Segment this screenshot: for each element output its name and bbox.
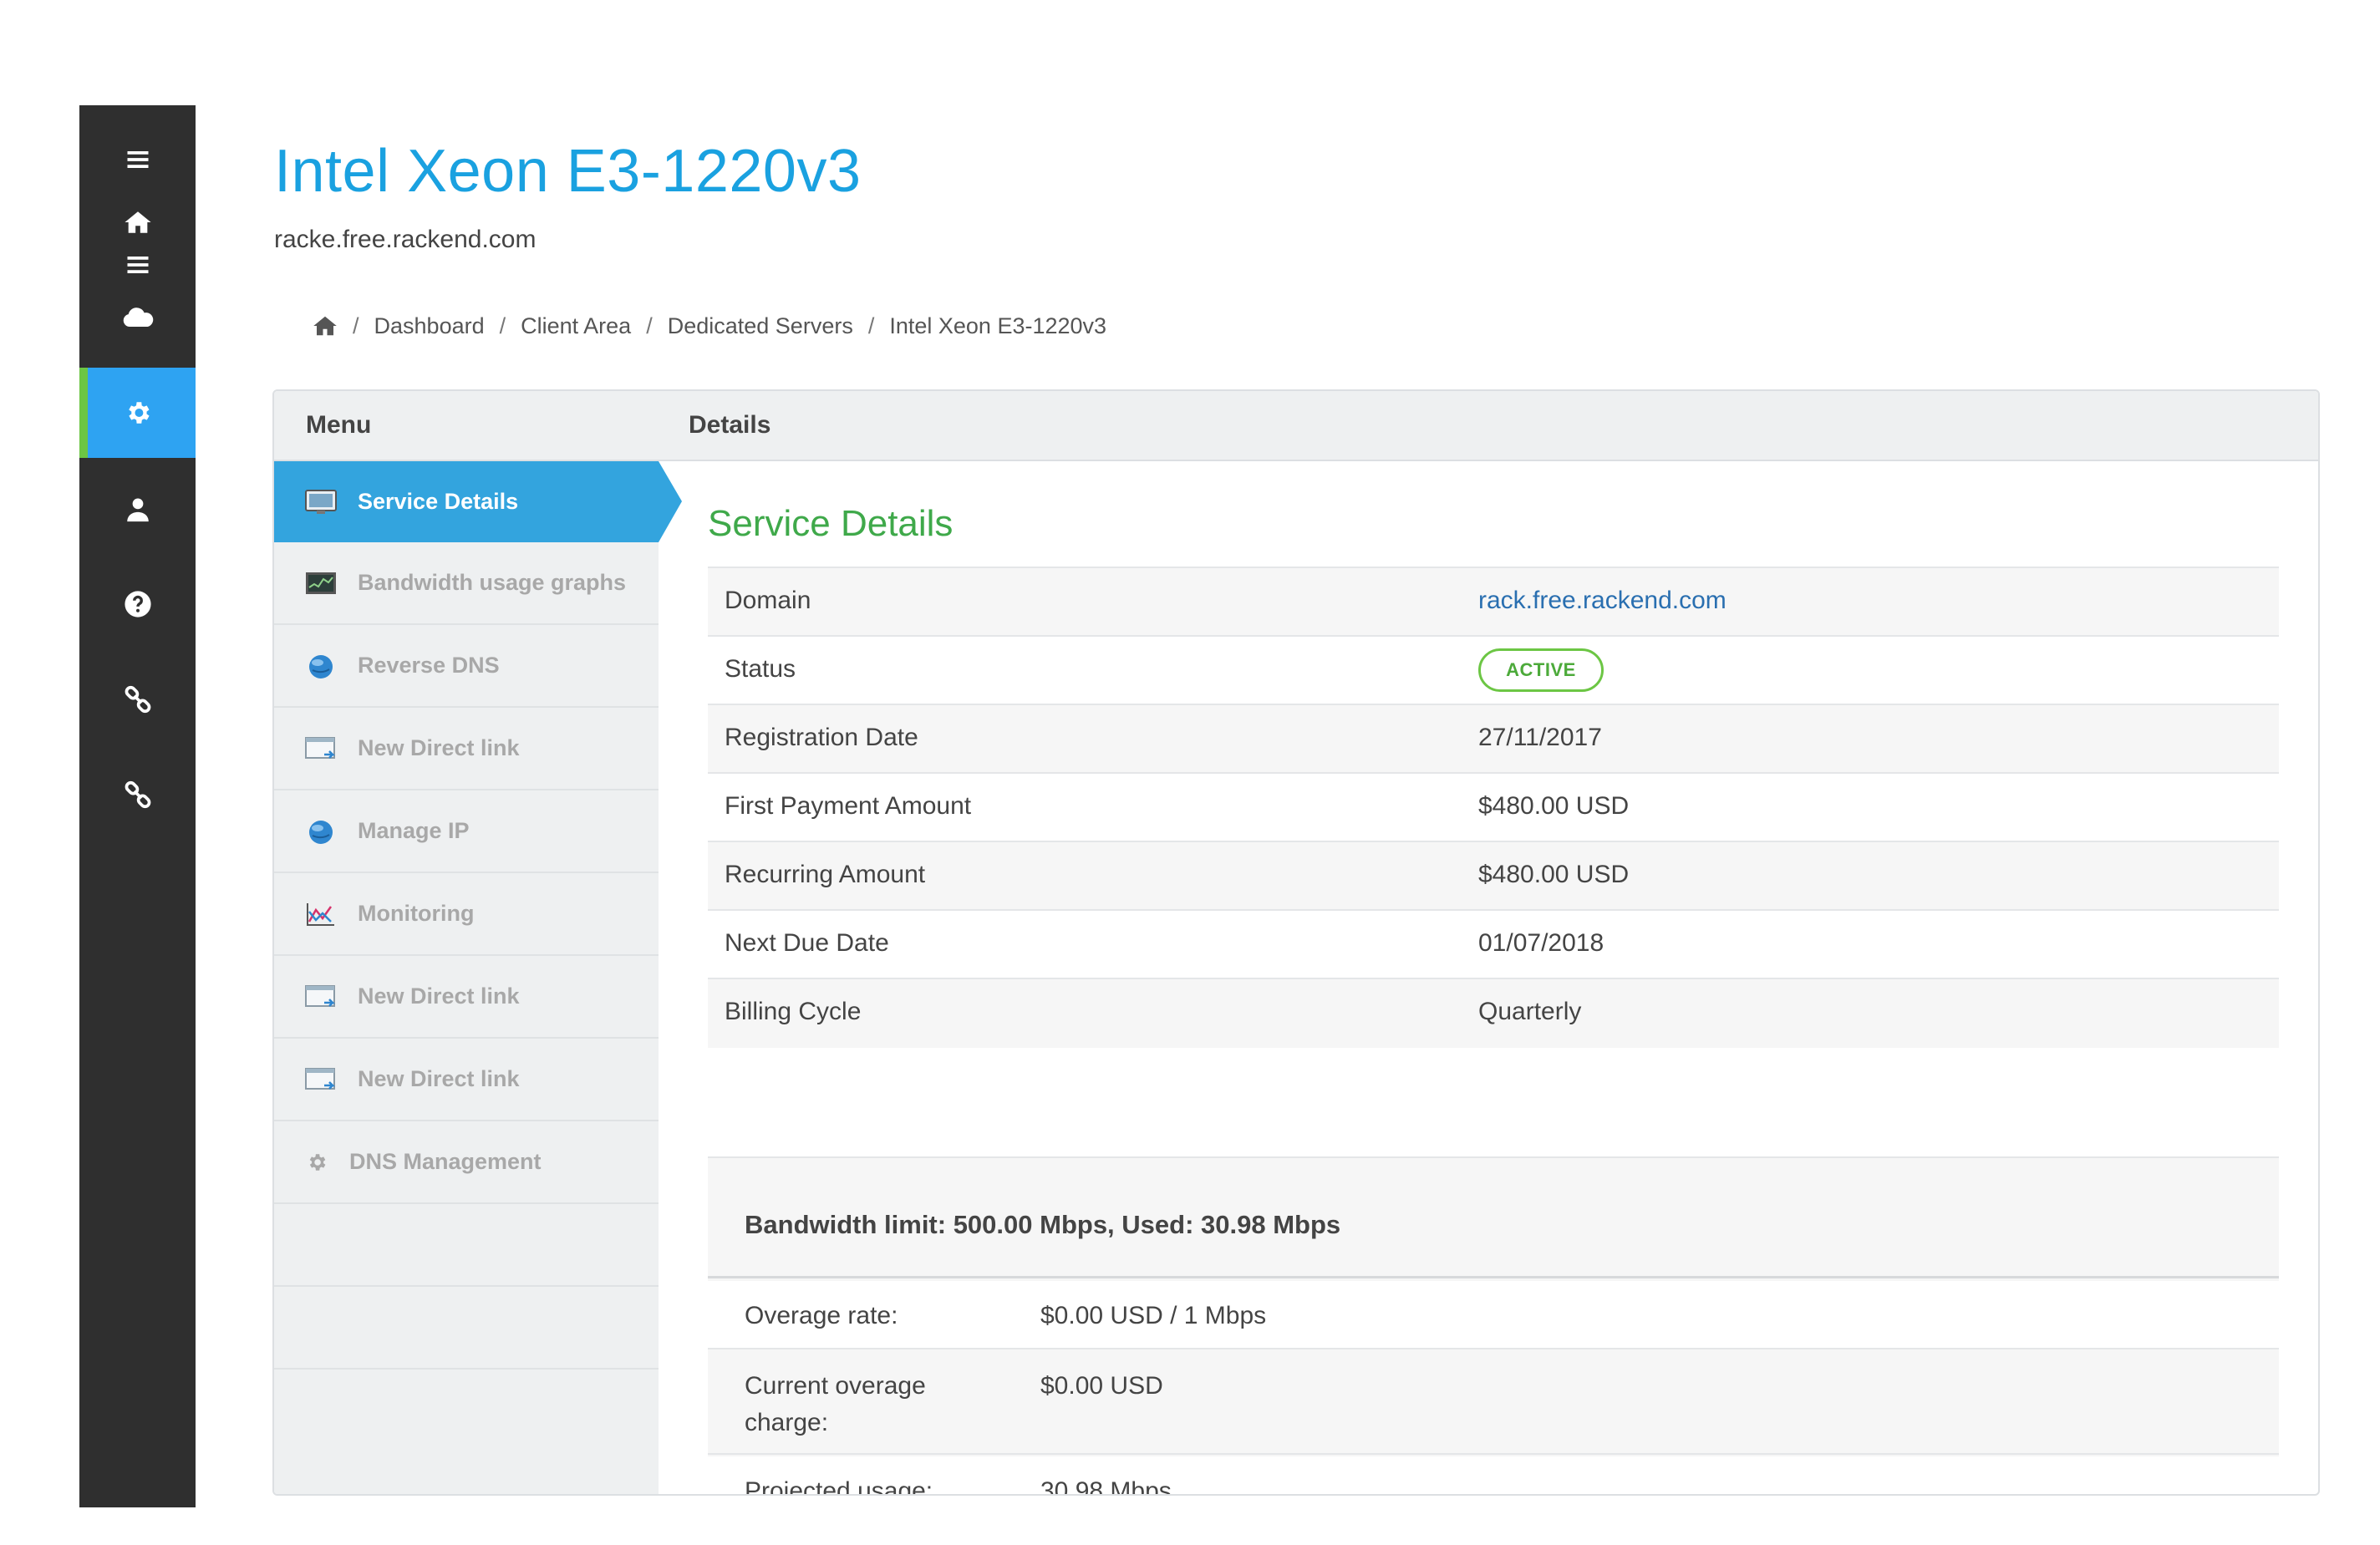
table-row-billing-cycle: Billing Cycle Quarterly — [708, 979, 2279, 1048]
settings-nav-item[interactable] — [79, 368, 196, 458]
section-title: Service Details — [708, 503, 954, 544]
graph-icon — [306, 572, 336, 594]
menu-item-new-direct-link[interactable]: New Direct link — [274, 1039, 659, 1121]
table-row-registration-date: Registration Date 27/11/2017 — [708, 705, 2279, 774]
menu-item-label: Service Details — [358, 489, 519, 514]
globe-icon — [309, 820, 333, 844]
breadcrumb-separator: / — [646, 313, 653, 338]
row-label: Next Due Date — [725, 929, 889, 957]
row-label: Projected usage: — [745, 1477, 933, 1496]
row-label: Status — [725, 655, 796, 683]
table-row-recurring-amount: Recurring Amount $480.00 USD — [708, 842, 2279, 911]
menu-item-reverse-dns[interactable]: Reverse DNS — [274, 625, 659, 708]
link-icon[interactable] — [79, 749, 196, 841]
menu-heading: Menu — [306, 411, 372, 439]
breadcrumb-dashboard[interactable]: Dashboard — [374, 313, 485, 339]
page-title: Intel Xeon E3-1220v3 — [274, 138, 862, 205]
menu-item-label: Bandwidth usage graphs — [358, 570, 627, 595]
menu-divider — [274, 1204, 659, 1287]
bandwidth-header: Bandwidth limit: 500.00 Mbps, Used: 30.9… — [708, 1158, 2279, 1278]
row-label: Recurring Amount — [725, 861, 926, 888]
user-icon[interactable] — [79, 464, 196, 556]
row-value: Quarterly — [1478, 998, 1582, 1025]
globe-icon — [309, 654, 333, 678]
link-icon[interactable] — [79, 653, 196, 745]
breadcrumb-separator: / — [867, 313, 875, 338]
menu-divider — [274, 1287, 659, 1370]
page-subtitle: racke.free.rackend.com — [274, 226, 537, 253]
menu-item-new-direct-link[interactable]: New Direct link — [274, 956, 659, 1039]
row-value: $0.00 USD — [1040, 1372, 1163, 1400]
menu-item-label: New Direct link — [358, 1066, 520, 1091]
row-label: Current overage charge: — [745, 1372, 926, 1436]
window-link-icon — [305, 736, 336, 759]
row-value: 27/11/2017 — [1478, 724, 1602, 751]
window-link-icon — [305, 984, 336, 1007]
menu-item-bandwidth-graphs[interactable]: Bandwidth usage graphs — [274, 542, 659, 625]
bandwidth-row-overage-rate: Overage rate: $0.00 USD / 1 Mbps — [708, 1281, 2279, 1349]
domain-link[interactable]: rack.free.rackend.com — [1478, 587, 1727, 615]
row-label: Overage rate: — [745, 1302, 898, 1329]
table-row-next-due-date: Next Due Date 01/07/2018 — [708, 911, 2279, 979]
window-link-icon — [305, 1067, 336, 1090]
service-menu: Service Details Bandwidth usage graphs R… — [274, 461, 682, 1494]
breadcrumb-dedicated-servers[interactable]: Dedicated Servers — [668, 313, 853, 339]
menu-item-label: New Direct link — [358, 735, 520, 760]
row-label: First Payment Amount — [725, 792, 972, 820]
bandwidth-row-projected-usage: Projected usage: 30.98 Mbps — [708, 1456, 2279, 1496]
service-panel: Menu Details Service Details Bandwidth u… — [272, 389, 2320, 1496]
home-icon[interactable] — [79, 180, 196, 264]
row-value: $480.00 USD — [1478, 861, 1630, 888]
menu-item-label: Manage IP — [358, 818, 470, 843]
table-row-first-payment: First Payment Amount $480.00 USD — [708, 774, 2279, 842]
details-heading: Details — [689, 411, 771, 439]
panel-header: Menu Details — [274, 391, 2318, 461]
breadcrumb-client-area[interactable]: Client Area — [521, 313, 631, 339]
row-value: $480.00 USD — [1478, 792, 1630, 820]
menu-item-manage-ip[interactable]: Manage IP — [274, 790, 659, 873]
breadcrumb-current: Intel Xeon E3-1220v3 — [889, 313, 1107, 338]
menu-item-label: New Direct link — [358, 983, 520, 1009]
breadcrumb-separator: / — [499, 313, 506, 338]
bandwidth-box: Bandwidth limit: 500.00 Mbps, Used: 30.9… — [708, 1156, 2279, 1496]
row-label: Registration Date — [725, 724, 918, 751]
chart-icon — [307, 902, 334, 926]
breadcrumb: / Dashboard / Client Area / Dedicated Se… — [313, 309, 1106, 343]
menu-item-monitoring[interactable]: Monitoring — [274, 873, 659, 956]
cloud-icon[interactable] — [79, 272, 196, 364]
home-icon[interactable] — [313, 313, 338, 338]
bandwidth-row-current-overage: Current overage charge: $0.00 USD — [708, 1351, 2279, 1455]
row-label: Billing Cycle — [725, 998, 862, 1025]
help-icon[interactable] — [79, 558, 196, 650]
menu-item-label: Monitoring — [358, 901, 475, 926]
breadcrumb-separator: / — [353, 313, 359, 338]
gear-icon — [124, 399, 152, 427]
row-value: 01/07/2018 — [1478, 929, 1604, 957]
monitor-icon — [305, 489, 337, 514]
menu-item-new-direct-link[interactable]: New Direct link — [274, 708, 659, 790]
menu-item-dns-management[interactable]: DNS Management — [274, 1121, 659, 1204]
row-value: $0.00 USD / 1 Mbps — [1040, 1302, 1267, 1329]
table-row-status: Status ACTIVE — [708, 637, 2279, 705]
table-row-domain: Domain rack.free.rackend.com — [708, 568, 2279, 637]
menu-item-label: Reverse DNS — [358, 653, 500, 678]
menu-item-label: DNS Management — [349, 1149, 542, 1174]
service-details-table: Domain rack.free.rackend.com Status ACTI… — [708, 567, 2279, 1048]
row-label: Domain — [725, 587, 811, 614]
row-value: 30.98 Mbps — [1040, 1477, 1172, 1496]
menu-item-service-details[interactable]: Service Details — [274, 461, 682, 542]
gear-icon — [309, 1153, 326, 1171]
bandwidth-heading: Bandwidth limit: 500.00 Mbps, Used: 30.9… — [745, 1210, 1341, 1239]
status-badge: ACTIVE — [1478, 648, 1604, 692]
